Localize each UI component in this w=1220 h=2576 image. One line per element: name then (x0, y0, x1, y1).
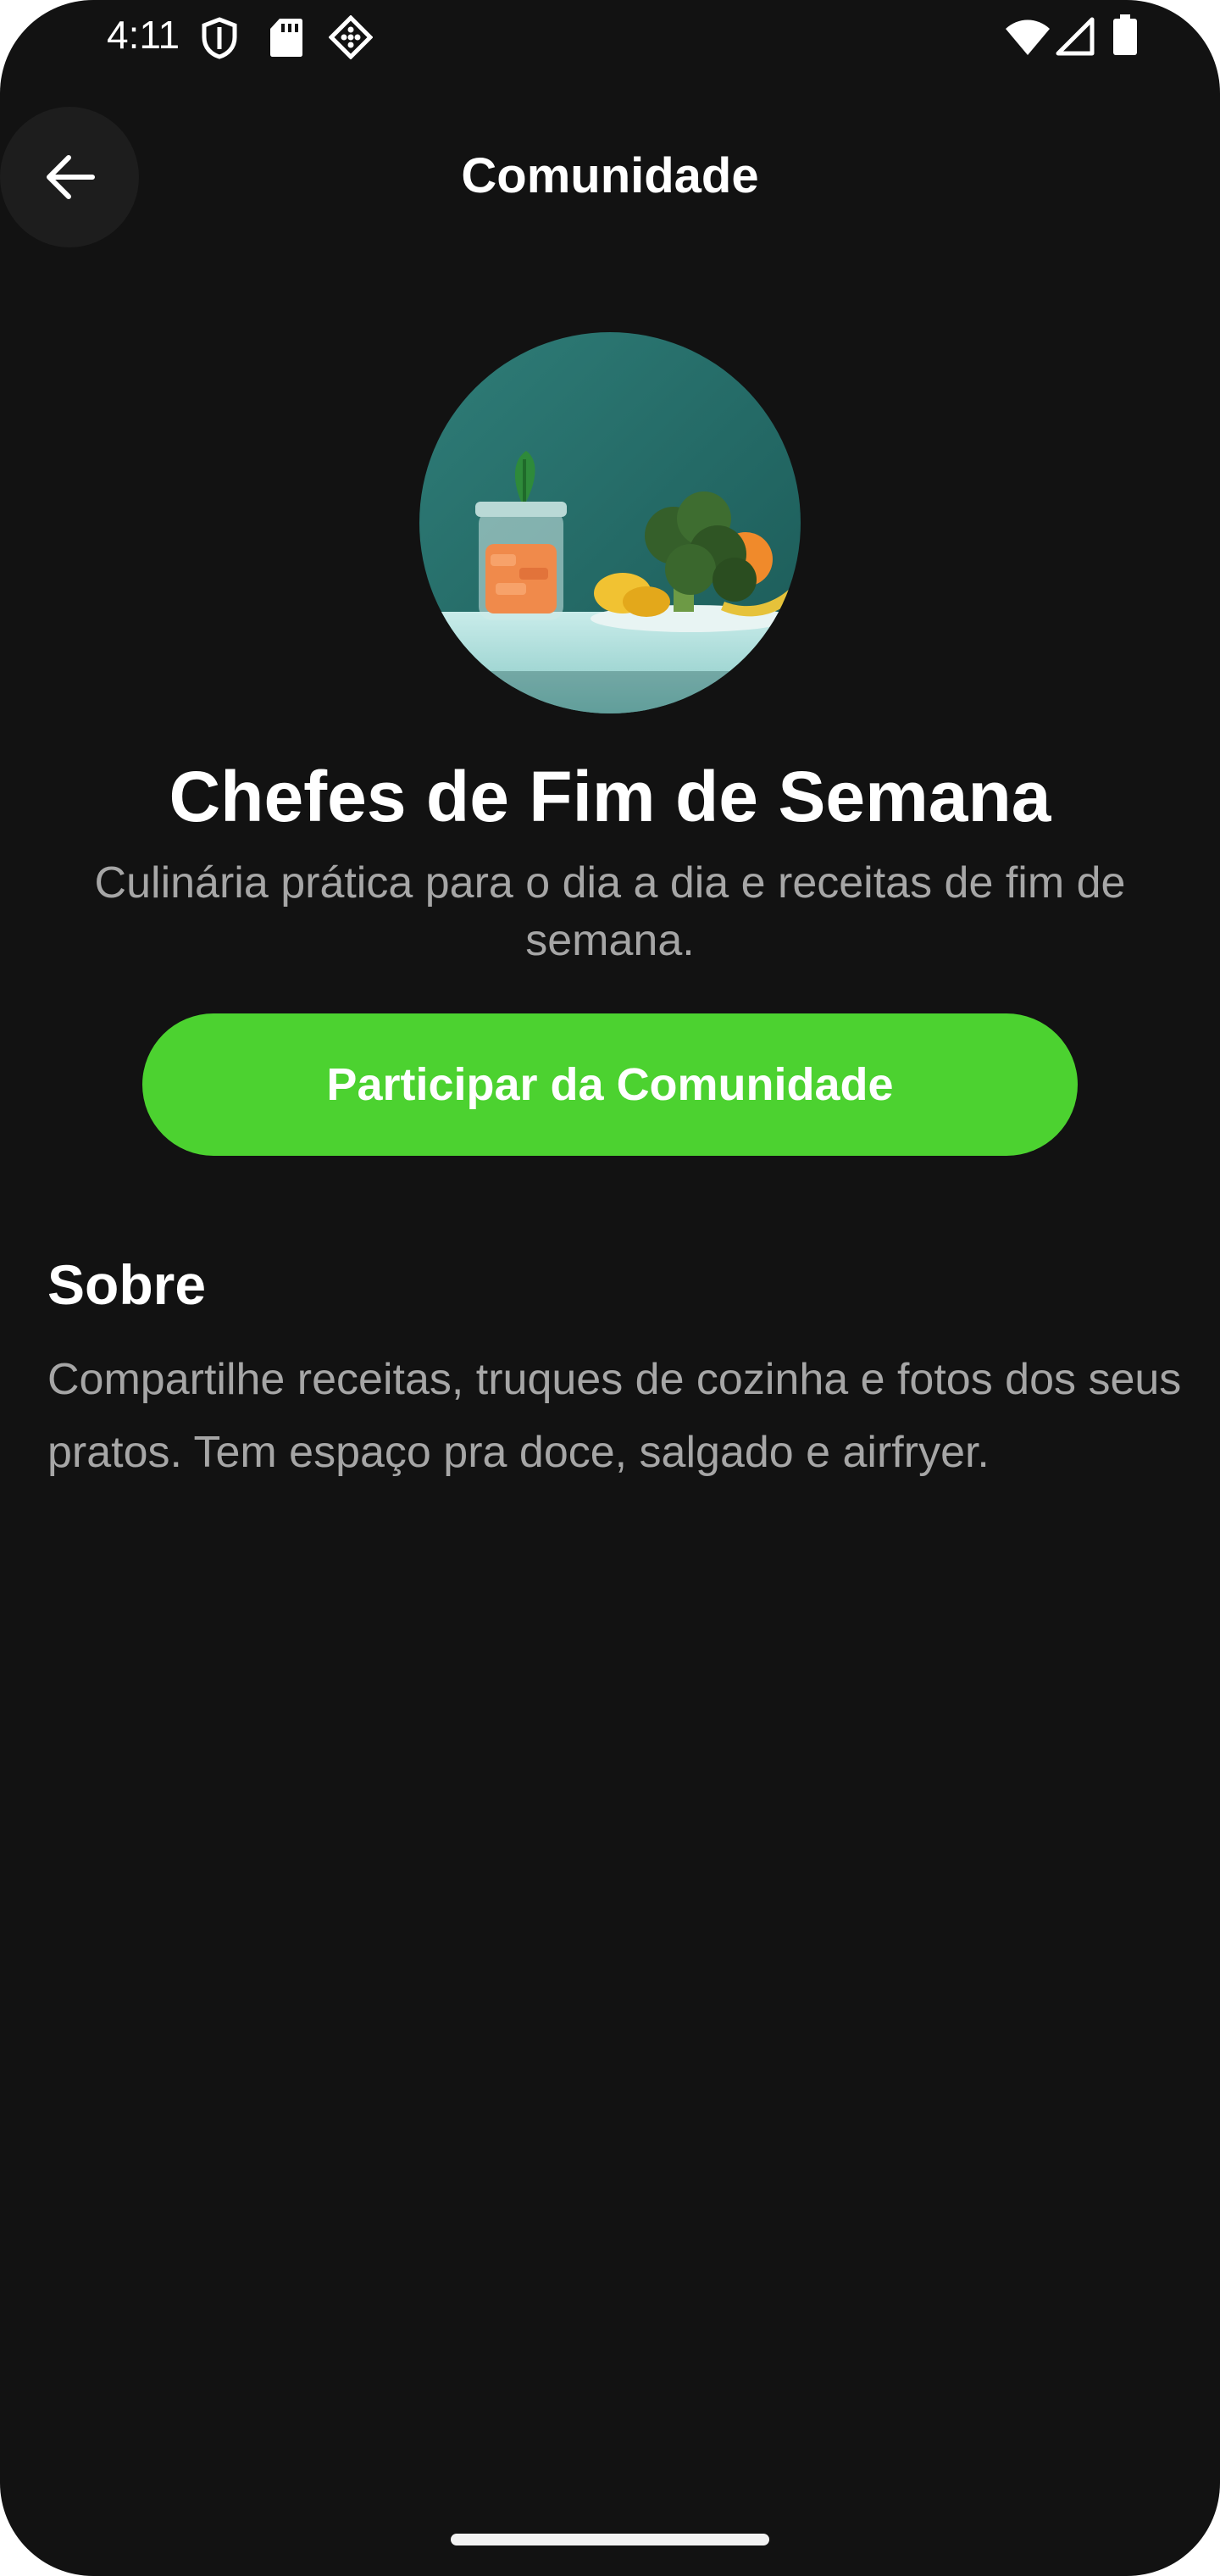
battery-icon (1113, 14, 1137, 55)
diamond-dots-icon (329, 15, 373, 59)
about-heading: Sobre (47, 1253, 207, 1316)
community-avatar (419, 332, 801, 713)
community-name: Chefes de Fim de Semana (169, 757, 1051, 836)
wifi-icon (1006, 19, 1050, 55)
community-tagline: Culinária prática para o dia a dia e rec… (94, 858, 1126, 965)
food-jar-broccoli-photo (419, 332, 801, 713)
status-time: 4:11 (107, 13, 180, 57)
home-indicator[interactable] (451, 2534, 769, 2545)
join-community-button[interactable]: Participar da Comunidade (142, 1013, 1078, 1156)
shield-icon (202, 17, 237, 59)
about-text: Compartilhe receitas, truques de cozinha… (47, 1355, 1182, 1477)
cell-signal-icon (1056, 17, 1095, 56)
screen: 4:11 Comunidade Chefes de Fim de Semana … (0, 0, 1220, 2576)
status-bar: 4:11 (0, 0, 1220, 76)
sd-card-icon (270, 19, 302, 57)
page-title: Comunidade (461, 148, 759, 203)
